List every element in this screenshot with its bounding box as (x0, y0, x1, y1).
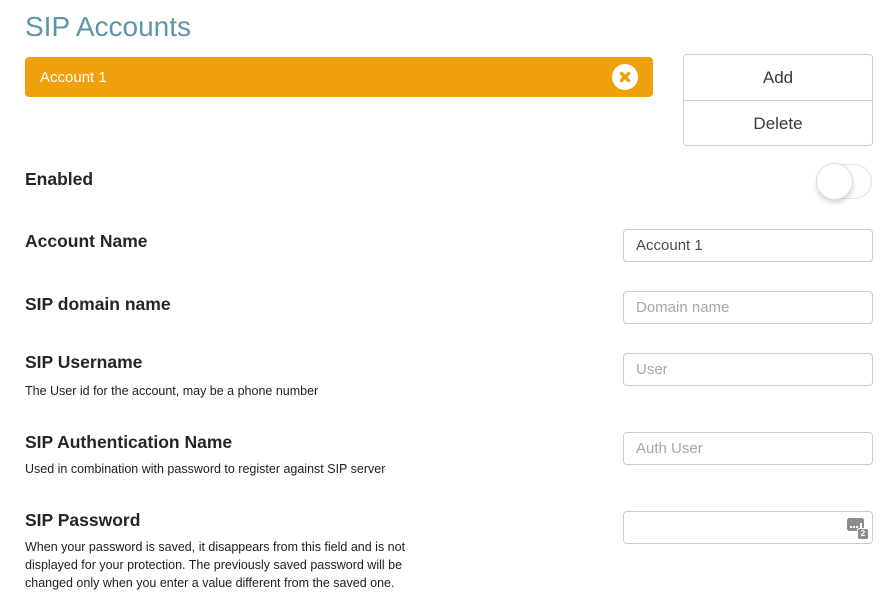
account-name-label: Account Name (25, 231, 148, 252)
account-tab-label: Account 1 (40, 69, 107, 86)
sip-password-field-wrap: 2 (623, 511, 873, 544)
sip-domain-label: SIP domain name (25, 294, 171, 315)
page-title: SIP Accounts (25, 11, 191, 43)
keyboard-ime-icon[interactable]: 2 (847, 517, 868, 538)
sip-accounts-page: SIP Accounts Account 1 Add Delete Enable… (0, 0, 892, 607)
close-icon[interactable] (612, 64, 638, 90)
account-tab-selected[interactable]: Account 1 (25, 57, 653, 97)
close-icon-glyph (617, 69, 633, 85)
toggle-knob-icon (816, 163, 853, 200)
sip-auth-name-input[interactable] (623, 432, 873, 465)
sip-password-label: SIP Password (25, 510, 140, 531)
sip-password-input[interactable] (623, 511, 873, 544)
sip-auth-name-label: SIP Authentication Name (25, 432, 232, 453)
sip-username-label: SIP Username (25, 352, 142, 373)
account-name-input[interactable] (623, 229, 873, 262)
enabled-toggle[interactable] (817, 164, 872, 199)
sip-username-help: The User id for the account, may be a ph… (25, 383, 318, 401)
sip-domain-input[interactable] (623, 291, 873, 324)
add-button[interactable]: Add (684, 55, 872, 101)
enabled-label: Enabled (25, 169, 93, 190)
sip-auth-name-help: Used in combination with password to reg… (25, 461, 385, 479)
sip-password-help: When your password is saved, it disappea… (25, 539, 407, 592)
account-actions-group: Add Delete (683, 54, 873, 146)
keyboard-ime-icon-dots (850, 526, 852, 528)
keyboard-ime-badge: 2 (857, 528, 869, 540)
sip-username-input[interactable] (623, 353, 873, 386)
delete-button[interactable]: Delete (684, 101, 872, 146)
